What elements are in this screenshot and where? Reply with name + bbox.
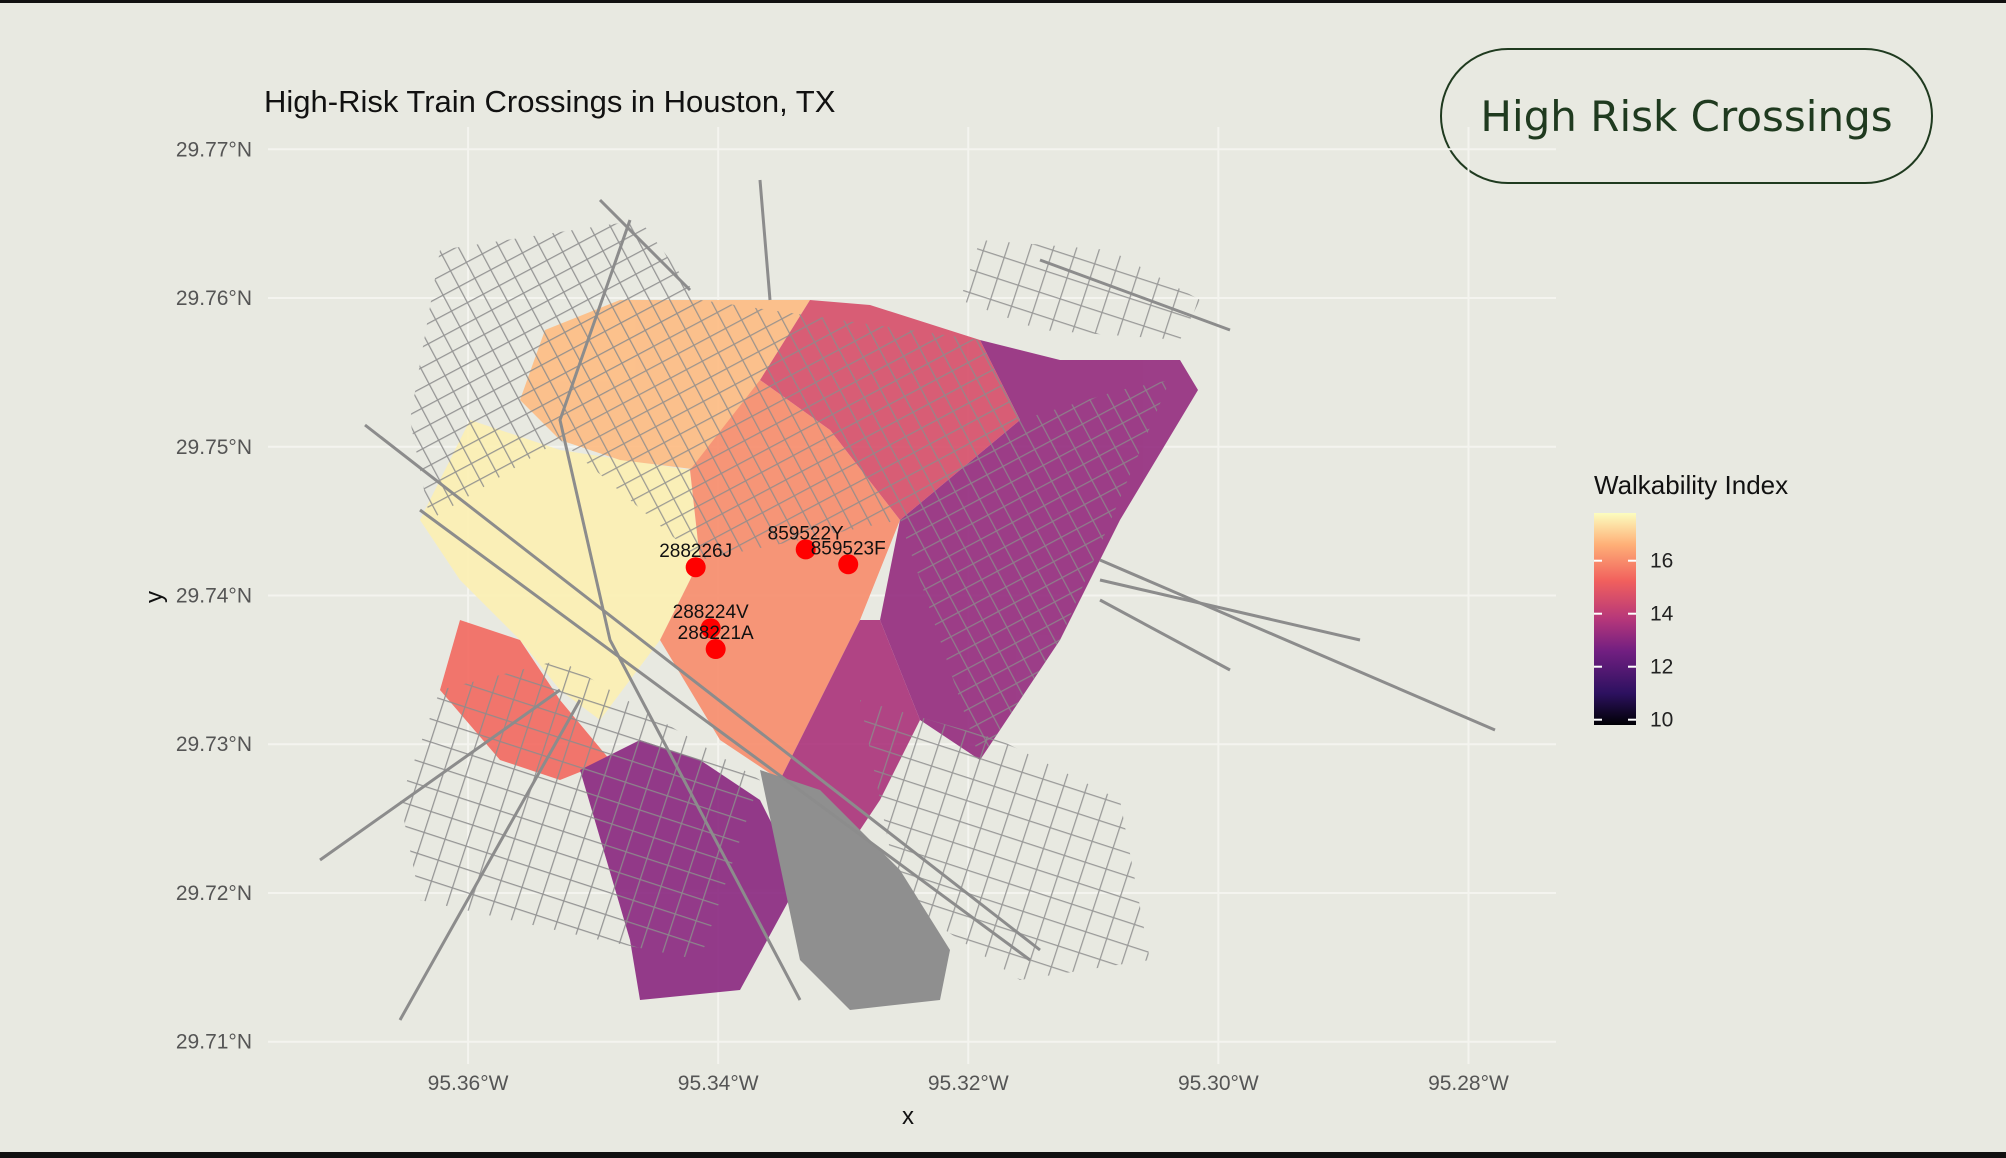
- y-axis-ticks: 29.71°N 29.72°N 29.73°N 29.74°N 29.75°N 29.76…: [176, 138, 252, 1053]
- y-tick-label: 29.72°N: [176, 882, 252, 905]
- road-east-1: [1099, 558, 1496, 732]
- x-axis-ticks: 95.36°W 95.34°W 95.32°W 95.30°W 95.28°W: [428, 1072, 1509, 1095]
- x-tick-label: 95.28°W: [1428, 1072, 1509, 1095]
- legend-colorbar: [1594, 513, 1636, 725]
- crossing-label: 859523F: [811, 538, 886, 559]
- x-tick-label: 95.32°W: [928, 1072, 1009, 1095]
- crossing-label: 288224V: [673, 602, 749, 623]
- road-east-2: [1099, 578, 1361, 642]
- x-axis-title: x: [902, 1103, 914, 1130]
- map-plot: 29.71°N 29.72°N 29.73°N 29.74°N 29.75°N 29.76…: [141, 127, 1788, 1130]
- x-tick-label: 95.36°W: [428, 1072, 509, 1095]
- legend-tick-label: 16: [1650, 550, 1673, 573]
- legend: Walkability Index 10 12 14 16: [1594, 470, 1788, 732]
- legend-title: Walkability Index: [1594, 470, 1788, 500]
- bottom-border: [0, 1152, 2006, 1158]
- crossing-label: 288221A: [678, 623, 754, 644]
- y-tick-label: 29.73°N: [176, 733, 252, 756]
- x-tick-label: 95.34°W: [678, 1072, 759, 1095]
- y-tick-label: 29.74°N: [176, 585, 252, 608]
- crossing-label: 288226J: [659, 541, 732, 562]
- y-tick-label: 29.77°N: [176, 138, 252, 161]
- road-east-3: [1099, 598, 1231, 672]
- legend-tick-label: 14: [1650, 603, 1674, 626]
- y-tick-label: 29.76°N: [176, 287, 252, 310]
- y-axis-title: y: [141, 591, 168, 603]
- y-tick-label: 29.71°N: [176, 1031, 252, 1054]
- street-grid-north: [960, 240, 1200, 340]
- legend-tick-label: 12: [1650, 656, 1673, 679]
- x-tick-label: 95.30°W: [1178, 1072, 1259, 1095]
- road-north: [758, 179, 772, 301]
- legend-tick-label: 10: [1650, 709, 1673, 732]
- y-tick-label: 29.75°N: [176, 436, 252, 459]
